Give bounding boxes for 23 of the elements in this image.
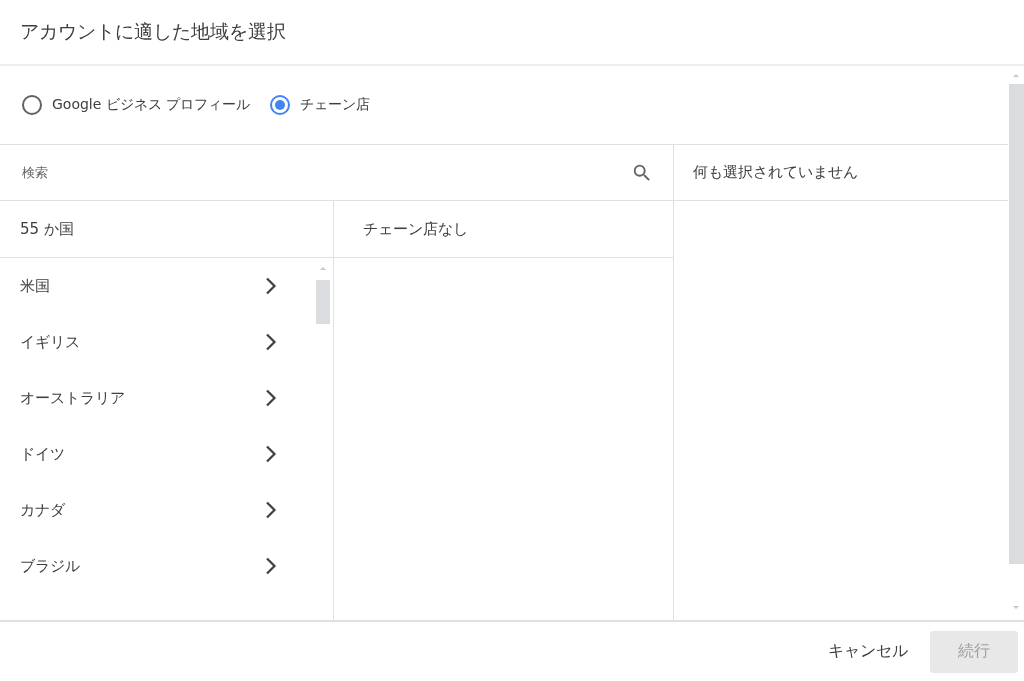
radio-label: Google ビジネス プロフィール [52, 96, 251, 114]
country-item[interactable]: ブラジル [0, 538, 333, 594]
radio-icon[interactable] [270, 95, 291, 115]
dialog-title: アカウントに適した地域を選択 [20, 19, 286, 44]
chevron-icon [265, 389, 277, 407]
country-item[interactable]: イギリス [0, 314, 333, 370]
chevron-icon [265, 277, 277, 295]
country-count: 55 か国 [20, 219, 74, 239]
radio-icon[interactable] [22, 95, 42, 115]
selection-status: 何も選択されていません [693, 163, 858, 182]
chevron-icon [265, 557, 277, 575]
radio-option[interactable]: チェーン店 [270, 95, 371, 115]
radio-option[interactable]: Google ビジネス プロフィール [22, 95, 251, 115]
chevron-icon [265, 333, 277, 351]
cancel-button[interactable]: キャンセル [824, 630, 912, 673]
chain-status: チェーン店なし [363, 219, 468, 239]
country-item[interactable]: オーストラリア [0, 370, 333, 426]
country-item[interactable]: カナダ [0, 482, 333, 538]
radio-label: チェーン店 [300, 96, 371, 114]
country-item[interactable]: 米国 [0, 258, 333, 314]
chevron-icon [265, 445, 277, 463]
chevron-icon [265, 501, 277, 519]
country-item[interactable]: ドイツ [0, 426, 333, 482]
